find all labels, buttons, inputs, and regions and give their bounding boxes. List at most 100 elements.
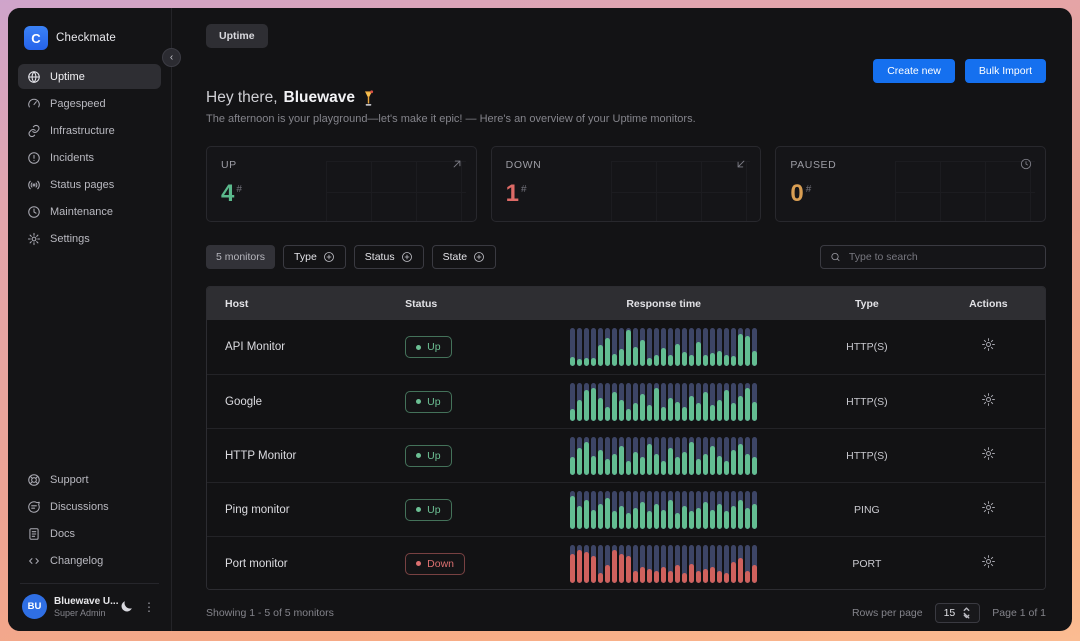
status-dot [416, 345, 421, 350]
header-actions: Create new Bulk Import [206, 59, 1046, 83]
filter-chip-state[interactable]: State [432, 245, 497, 269]
row-settings-gear-icon[interactable] [981, 446, 996, 464]
response-bar [647, 491, 652, 529]
monitor-type: HTTP(S) [802, 396, 932, 408]
globe-icon [26, 69, 41, 84]
response-bar [577, 491, 582, 529]
response-bar [710, 491, 715, 529]
user-menu-dots-icon[interactable]: ⋮ [141, 600, 157, 614]
stats-row: UP 4# DOWN 1# PAUSED 0# [206, 146, 1046, 222]
sidebar-item-maintenance[interactable]: Maintenance [18, 199, 161, 224]
app-logo[interactable]: C Checkmate [18, 22, 161, 64]
response-bar [724, 328, 729, 366]
response-bar [703, 437, 708, 475]
sidebar-collapse-button[interactable]: ‹ [162, 48, 181, 67]
response-bar [647, 545, 652, 583]
rows-per-page-select[interactable]: 15 [935, 603, 981, 623]
column-header-response-time[interactable]: Response time [525, 298, 802, 310]
monitor-host: Ping monitor [207, 504, 387, 516]
response-bar [584, 328, 589, 366]
response-bar [591, 491, 596, 529]
stat-label: DOWN [506, 159, 747, 171]
avatar[interactable]: BU [22, 594, 47, 619]
sidebar-item-status-pages[interactable]: Status pages [18, 172, 161, 197]
response-bar [577, 545, 582, 583]
rows-per-page-value: 15 [944, 607, 956, 619]
column-header-type[interactable]: Type [802, 298, 932, 310]
sidebar-item-docs[interactable]: Docs [18, 521, 161, 546]
response-bar [633, 383, 638, 421]
response-bar [696, 328, 701, 366]
search-input[interactable] [849, 251, 1036, 263]
response-bar [696, 545, 701, 583]
sidebar-item-label: Settings [50, 233, 90, 245]
sidebar-item-label: Status pages [50, 179, 114, 191]
monitor-host: API Monitor [207, 341, 387, 353]
response-bar [738, 437, 743, 475]
filter-chip-type[interactable]: Type [283, 245, 346, 269]
status-badge: Up [405, 391, 451, 413]
response-bar [661, 437, 666, 475]
main-content: Uptime Create new Bulk Import Hey there,… [172, 8, 1072, 631]
sidebar-item-discussions[interactable]: Discussions [18, 494, 161, 519]
table-row[interactable]: Port monitor Down PORT [207, 536, 1045, 590]
response-bar [703, 328, 708, 366]
filter-chip-status[interactable]: Status [354, 245, 424, 269]
search-box [820, 245, 1046, 269]
rows-per-page-label: Rows per page [852, 607, 923, 619]
sidebar-footer-nav: Support Discussions Docs Changelog [18, 467, 161, 573]
row-settings-gear-icon[interactable] [981, 337, 996, 355]
response-bar [584, 545, 589, 583]
row-settings-gear-icon[interactable] [981, 392, 996, 410]
status-dot [416, 399, 421, 404]
response-bar [675, 545, 680, 583]
response-bar [668, 491, 673, 529]
response-bar [675, 491, 680, 529]
table-row[interactable]: Ping monitor Up PING [207, 482, 1045, 536]
sidebar-item-incidents[interactable]: Incidents [18, 145, 161, 170]
response-bar [605, 328, 610, 366]
stat-value: 0# [790, 180, 1031, 208]
row-settings-gear-icon[interactable] [981, 500, 996, 518]
user-role: Super Admin [54, 608, 112, 618]
monitor-count-chip[interactable]: 5 monitors [206, 245, 275, 269]
sidebar-item-support[interactable]: Support [18, 467, 161, 492]
column-header-status[interactable]: Status [387, 298, 525, 310]
response-bar [654, 328, 659, 366]
column-header-actions[interactable]: Actions [932, 298, 1045, 310]
column-header-host[interactable]: Host [207, 298, 387, 310]
response-bar [696, 491, 701, 529]
response-bar [626, 383, 631, 421]
response-bar [577, 328, 582, 366]
status-dot [416, 507, 421, 512]
response-bar [598, 545, 603, 583]
sidebar-item-changelog[interactable]: Changelog [18, 548, 161, 573]
sidebar-item-label: Maintenance [50, 206, 113, 218]
response-bar [717, 383, 722, 421]
response-bar [577, 383, 582, 421]
sidebar-item-label: Changelog [50, 555, 103, 567]
table-row[interactable]: API Monitor Up HTTP(S) [207, 320, 1045, 374]
theme-toggle-moon-icon[interactable] [119, 599, 134, 614]
gauge-icon [26, 96, 41, 111]
user-meta: Bluewave U... Super Admin [54, 596, 112, 618]
create-new-button[interactable]: Create new [873, 59, 955, 83]
response-bar [752, 328, 757, 366]
plus-circle-icon [401, 251, 413, 263]
response-bar [696, 383, 701, 421]
sidebar-item-uptime[interactable]: Uptime [18, 64, 161, 89]
response-bar [647, 328, 652, 366]
response-bar [731, 437, 736, 475]
row-settings-gear-icon[interactable] [981, 554, 996, 572]
table-row[interactable]: Google Up HTTP(S) [207, 374, 1045, 428]
sidebar-item-infrastructure[interactable]: Infrastructure [18, 118, 161, 143]
response-bar [570, 545, 575, 583]
sidebar-item-settings[interactable]: Settings [18, 226, 161, 251]
table-row[interactable]: HTTP Monitor Up HTTP(S) [207, 428, 1045, 482]
response-bar [654, 491, 659, 529]
response-bar [668, 328, 673, 366]
breadcrumb[interactable]: Uptime [206, 24, 268, 48]
response-bar [689, 437, 694, 475]
sidebar-item-pagespeed[interactable]: Pagespeed [18, 91, 161, 116]
bulk-import-button[interactable]: Bulk Import [965, 59, 1046, 83]
